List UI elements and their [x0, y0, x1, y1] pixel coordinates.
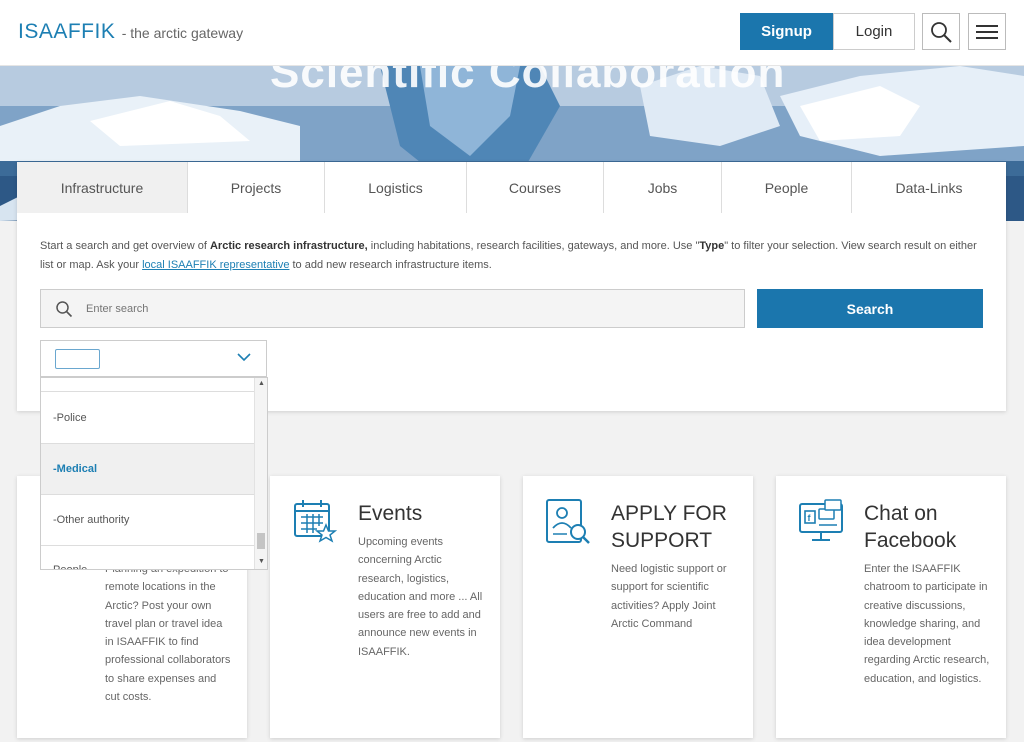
representative-link[interactable]: local ISAAFFIK representative — [142, 259, 289, 271]
hamburger-menu-icon — [976, 24, 998, 39]
hero-title: Scientific Collaboration — [270, 66, 786, 97]
type-select[interactable] — [40, 340, 267, 377]
logo-text[interactable]: ISAAFFIK — [18, 20, 115, 43]
site-header: ISAAFFIK - the arctic gateway Signup Log… — [0, 0, 1024, 66]
scrollbar-thumb[interactable] — [257, 533, 265, 549]
tab-people[interactable]: People — [722, 162, 852, 213]
card-title: APPLY FOR SUPPORT — [611, 502, 727, 552]
card-title: Events — [358, 502, 423, 525]
card-events[interactable]: Events Upcoming events concerning Arctic… — [270, 476, 500, 738]
intro-text-4: to add new research infrastructure items… — [289, 259, 492, 271]
search-icon — [56, 301, 73, 318]
search-intro-text: Start a search and get overview of Arcti… — [40, 237, 985, 275]
svg-text:f: f — [808, 513, 812, 523]
card-title: Chat on Facebook — [864, 502, 957, 552]
header-search-button[interactable] — [922, 13, 960, 50]
intro-text-2: including habitations, research faciliti… — [367, 240, 700, 252]
card-chat-facebook[interactable]: f Chat on Facebook Enter the ISAAFFIK ch… — [776, 476, 1006, 738]
chevron-down-icon — [237, 353, 251, 362]
login-button[interactable]: Login — [833, 13, 915, 50]
tab-logistics[interactable]: Logistics — [325, 162, 467, 213]
facebook-chat-monitor-icon: f — [799, 499, 843, 541]
search-panel: Infrastructure Projects Logistics Course… — [17, 162, 1006, 411]
scroll-down-arrow-icon[interactable]: ▼ — [258, 558, 265, 565]
search-icon — [931, 21, 952, 43]
search-tabs: Infrastructure Projects Logistics Course… — [17, 162, 1006, 213]
search-input[interactable] — [86, 290, 726, 327]
search-button[interactable]: Search — [757, 289, 983, 328]
dropdown-scrollbar[interactable]: ▲ ▼ — [254, 378, 267, 569]
logo-tagline: - the arctic gateway — [121, 25, 244, 41]
dropdown-item-medical[interactable]: -Medical — [41, 444, 254, 495]
card-apply-support[interactable]: APPLY FOR SUPPORT Need logistic support … — [523, 476, 753, 738]
calendar-star-icon — [294, 500, 338, 543]
application-document-icon — [546, 499, 590, 544]
intro-text-1: Start a search and get overview of — [40, 240, 210, 252]
dropdown-item-police[interactable]: -Police — [41, 393, 254, 444]
card-text: Planning an expedition to remote locatio… — [105, 563, 231, 704]
tab-data-links[interactable]: Data-Links — [852, 162, 1006, 213]
card-text: Enter the ISAAFFIK chatroom to participa… — [864, 563, 990, 685]
intro-bold-text: Arctic research infrastructure, — [209, 240, 368, 252]
tab-jobs[interactable]: Jobs — [604, 162, 722, 213]
card-text: Upcoming events concerning Arctic resear… — [358, 536, 483, 658]
site-logo[interactable]: ISAAFFIK - the arctic gateway — [18, 20, 243, 44]
dropdown-item-hidden[interactable] — [41, 378, 254, 392]
card-text: Need logistic support or support for sci… — [611, 563, 727, 630]
type-select-value — [55, 349, 100, 369]
signup-button[interactable]: Signup — [740, 13, 833, 50]
tab-courses[interactable]: Courses — [467, 162, 604, 213]
dropdown-item-people[interactable]: People — [41, 546, 254, 569]
tab-projects[interactable]: Projects — [188, 162, 325, 213]
search-field — [40, 289, 745, 328]
menu-button[interactable] — [968, 13, 1006, 50]
scroll-up-arrow-icon[interactable]: ▲ — [258, 380, 265, 387]
tab-infrastructure[interactable]: Infrastructure — [17, 162, 188, 213]
dropdown-item-other-authority[interactable]: -Other authority — [41, 495, 254, 546]
type-dropdown-list: -Police -Medical -Other authority People… — [40, 377, 268, 570]
intro-type-text: Type — [699, 240, 725, 252]
